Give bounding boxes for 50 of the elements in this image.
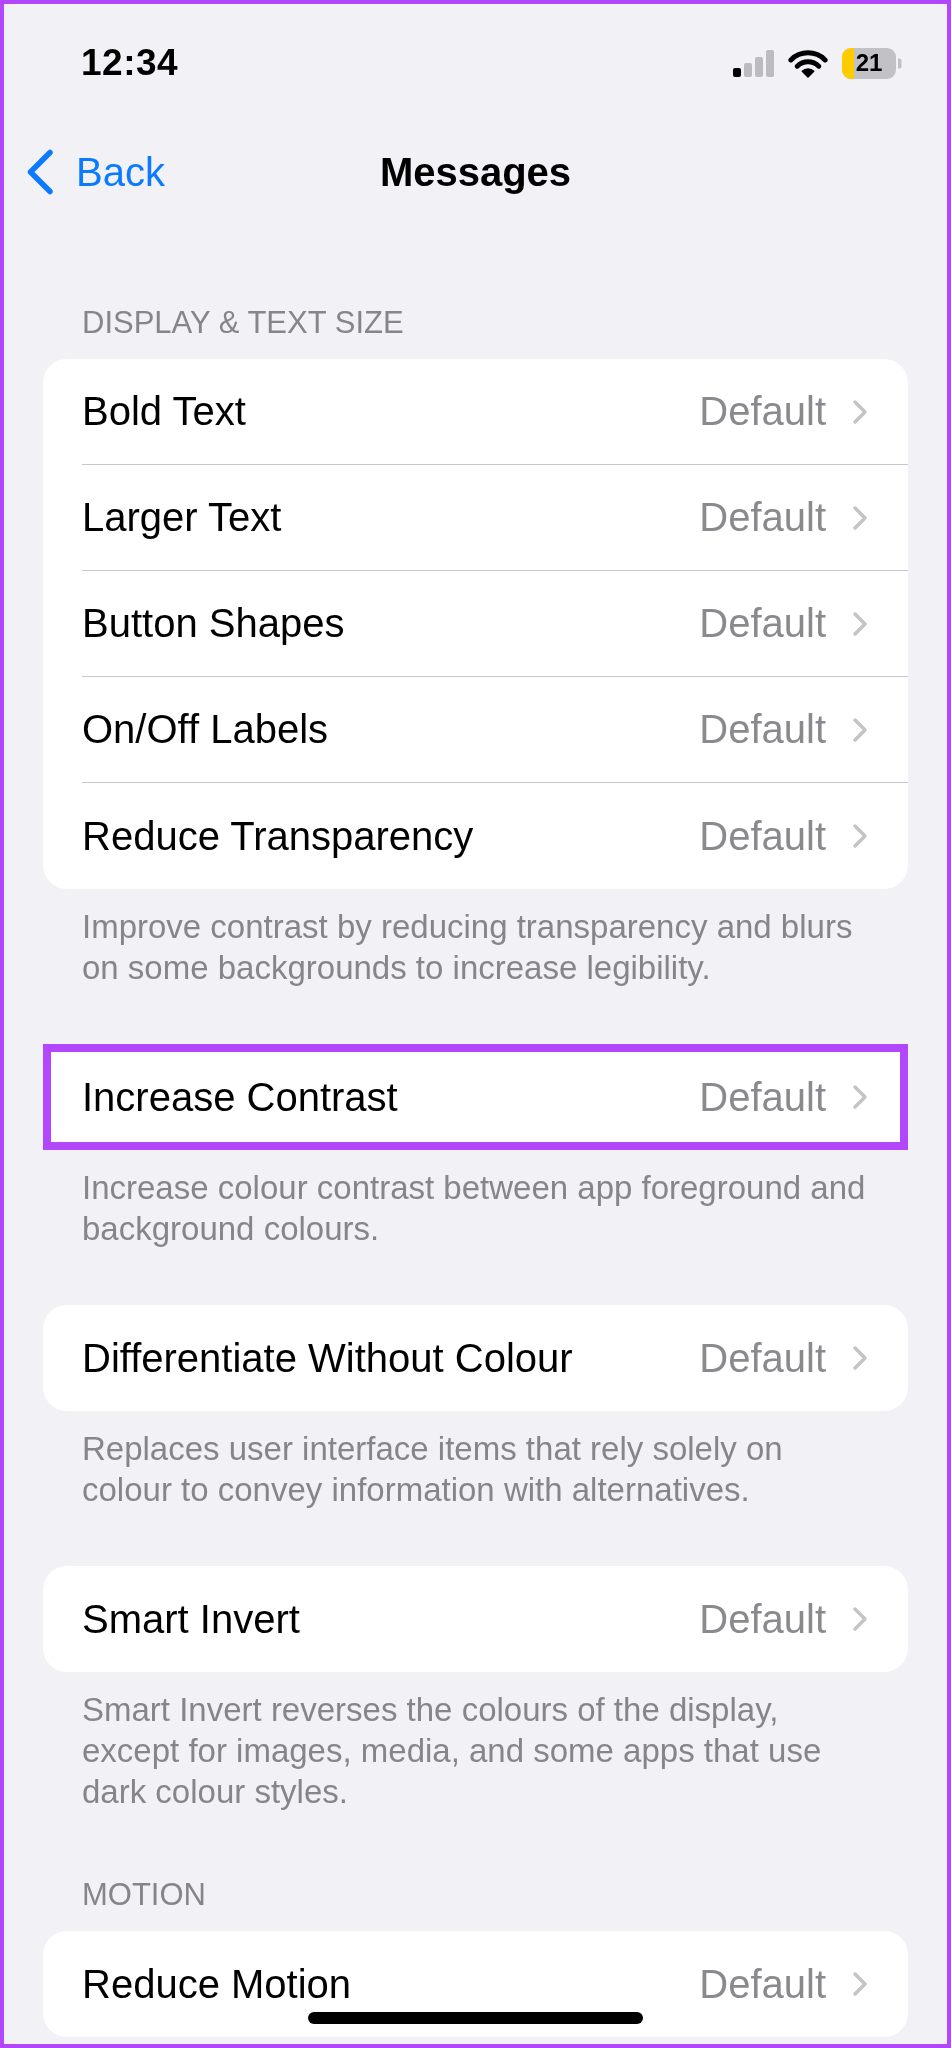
row-value: Default	[699, 389, 826, 434]
row-label: Larger Text	[82, 495, 283, 540]
row-label: Reduce Motion	[82, 1961, 353, 2007]
chevron-icon	[852, 504, 868, 531]
section-footer: Increase colour contrast between app foreground and background colours.	[82, 1150, 872, 1249]
chevron-icon	[852, 823, 868, 849]
section-header: DISPLAY & TEXT SIZE	[82, 308, 404, 338]
row-value: Default	[699, 495, 826, 540]
settings-row[interactable]: Larger Text Default	[43, 465, 908, 571]
row-label: Smart Invert	[82, 1596, 301, 1642]
back-chevron-icon	[26, 149, 54, 195]
chevron-icon	[852, 1084, 868, 1110]
section-header: MOTION	[82, 1880, 206, 1910]
row-value: Default	[699, 601, 826, 646]
chevron-icon	[852, 610, 868, 637]
settings-row[interactable]: Reduce Motion Default	[43, 1931, 908, 2037]
battery-icon	[842, 47, 902, 79]
row-value: Default	[699, 707, 826, 752]
battery-percentage: 21	[855, 52, 883, 74]
section-footer: Smart Invert reverses the colours of the display, except for images, media, and some apps that use dark colour styles.	[82, 1672, 872, 1812]
wifi-icon	[788, 48, 828, 78]
chevron-icon	[852, 716, 868, 743]
settings-row[interactable]: Bold Text Default	[43, 359, 908, 465]
section-footer: Replaces user interface items that rely solely on colour to convey information with alternatives.	[82, 1411, 872, 1510]
chevron-icon	[852, 1345, 868, 1371]
back-button[interactable]: Back	[4, 142, 171, 202]
chevron-icon	[852, 398, 868, 425]
row-label: On/Off Labels	[82, 707, 330, 752]
settings-row[interactable]: Smart Invert Default	[43, 1566, 908, 1672]
row-value: Default	[699, 1961, 826, 2007]
settings-row[interactable]: Differentiate Without Colour Default	[43, 1305, 908, 1411]
nav-title: Messages	[379, 149, 572, 195]
settings-row[interactable]: Reduce Transparency Default	[43, 783, 908, 889]
row-value: Default	[699, 1335, 826, 1381]
row-value: Default	[699, 1074, 826, 1120]
section-footer: Improve contrast by reducing transparency and blurs on some backgrounds to increase legibility.	[82, 889, 872, 988]
chevron-icon	[852, 1971, 868, 1997]
row-label: Bold Text	[82, 389, 247, 434]
row-label: Button Shapes	[82, 601, 346, 646]
row-value: Default	[699, 813, 826, 859]
row-label: Differentiate Without Colour	[82, 1335, 574, 1381]
chevron-icon	[852, 1606, 868, 1632]
settings-row[interactable]: Increase Contrast Default	[43, 1044, 908, 1150]
signal-icon	[733, 49, 774, 77]
row-label: Increase Contrast	[82, 1074, 399, 1120]
settings-row[interactable]: On/Off Labels Default	[43, 677, 908, 783]
row-value: Default	[699, 1596, 826, 1642]
row-label: Reduce Transparency	[82, 813, 475, 859]
settings-row[interactable]: Button Shapes Default	[43, 571, 908, 677]
status-time: 12:34	[81, 42, 179, 84]
